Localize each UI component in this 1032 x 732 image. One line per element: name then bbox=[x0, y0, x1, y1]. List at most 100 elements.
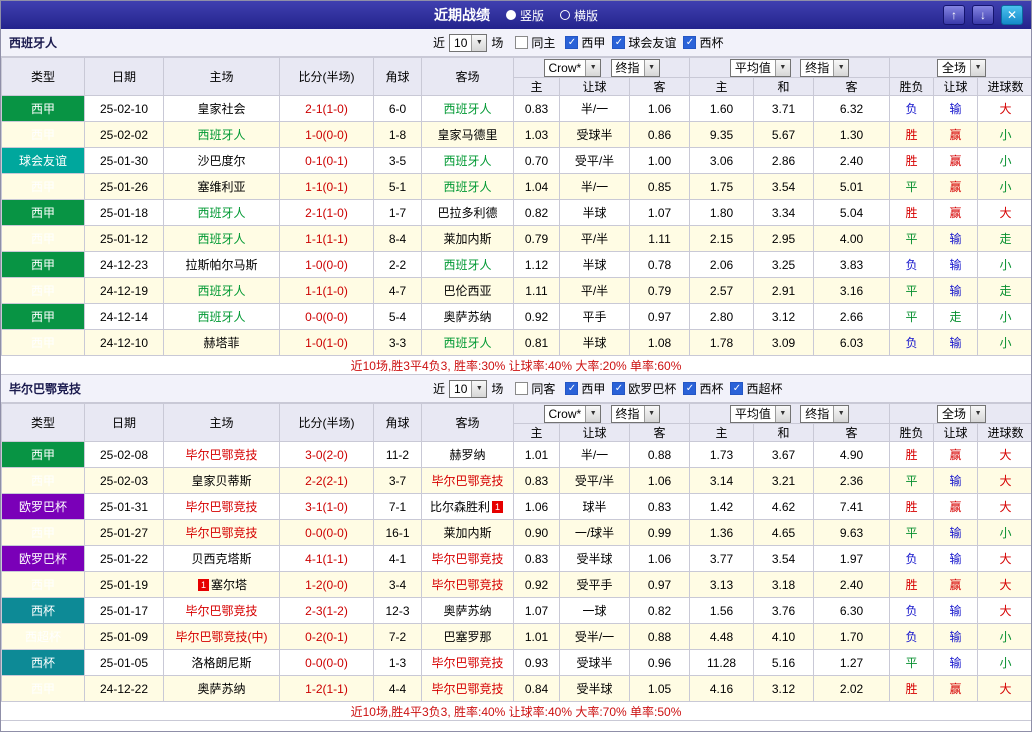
avg-home: 11.28 bbox=[690, 650, 754, 676]
radio-horizontal-label: 横版 bbox=[574, 7, 598, 24]
avg-draw: 3.18 bbox=[754, 572, 814, 598]
avg-home: 1.73 bbox=[690, 442, 754, 468]
match-row: 西超杯25-01-09毕尔巴鄂竞技(中)0-2(0-1)7-2巴塞罗那1.01受… bbox=[2, 624, 1032, 650]
sub-avg-draw: 和 bbox=[754, 424, 814, 442]
match-row: 西甲25-02-08毕尔巴鄂竞技3-0(2-0)11-2赫罗纳1.01半/一0.… bbox=[2, 442, 1032, 468]
avg-draw: 2.95 bbox=[754, 226, 814, 252]
result-handicap: 走 bbox=[934, 304, 978, 330]
result-wdl: 胜 bbox=[890, 148, 934, 174]
avg-away: 4.90 bbox=[814, 442, 890, 468]
result-handicap: 输 bbox=[934, 598, 978, 624]
layout-radio-horizontal[interactable]: 横版 bbox=[560, 7, 598, 24]
scope-select[interactable]: 全场▼ bbox=[937, 59, 986, 77]
match-date: 25-01-17 bbox=[85, 598, 164, 624]
avg-final-select[interactable]: 终指▼ bbox=[800, 59, 849, 77]
filter-bar: 近 10 ▼ 场 同客 ✓西甲✓欧罗巴杯✓西杯✓西超杯 bbox=[429, 375, 789, 402]
odds-final-select[interactable]: 终指▼ bbox=[611, 405, 660, 423]
avg-away: 2.40 bbox=[814, 572, 890, 598]
sub-away-odds: 客 bbox=[630, 424, 690, 442]
odds-away: 1.08 bbox=[630, 330, 690, 356]
avg-select[interactable]: 平均值▼ bbox=[730, 405, 791, 423]
score-halftime: 1-1(1-0) bbox=[280, 278, 374, 304]
result-goals: 小 bbox=[978, 148, 1032, 174]
home-team: 皇家社会 bbox=[164, 96, 280, 122]
odds-away: 0.85 bbox=[630, 174, 690, 200]
recent-count-select[interactable]: 10 ▼ bbox=[449, 380, 487, 398]
chevron-down-icon: ▼ bbox=[585, 406, 600, 422]
checkbox-checked-icon: ✓ bbox=[565, 36, 578, 49]
team-name: 西班牙人 bbox=[197, 232, 245, 246]
sub-result-goals: 进球数 bbox=[978, 78, 1032, 96]
scope-group-header: 全场▼ bbox=[890, 404, 1032, 424]
team-name: 皇家社会 bbox=[197, 102, 245, 116]
league-filter-checkbox[interactable]: ✓西超杯 bbox=[730, 380, 782, 397]
corner-count: 11-2 bbox=[374, 442, 422, 468]
team-name: 皇家贝蒂斯 bbox=[191, 474, 251, 488]
odds-source-select[interactable]: Crow*▼ bbox=[544, 59, 602, 77]
odds-away: 1.00 bbox=[630, 148, 690, 174]
layout-radio-vertical[interactable]: 竖版 bbox=[506, 7, 544, 24]
avg-away: 9.63 bbox=[814, 520, 890, 546]
team-name: 西班牙人 bbox=[443, 336, 491, 350]
league-filter-checkbox[interactable]: ✓西杯 bbox=[683, 380, 723, 397]
score-halftime: 1-1(1-1) bbox=[280, 226, 374, 252]
odds-away: 0.86 bbox=[630, 122, 690, 148]
result-wdl: 平 bbox=[890, 304, 934, 330]
odds-away: 1.06 bbox=[630, 468, 690, 494]
scope-select[interactable]: 全场▼ bbox=[937, 405, 986, 423]
result-handicap: 输 bbox=[934, 650, 978, 676]
result-handicap: 输 bbox=[934, 96, 978, 122]
result-wdl: 负 bbox=[890, 330, 934, 356]
corner-count: 5-1 bbox=[374, 174, 422, 200]
league-type-badge: 西甲 bbox=[2, 252, 85, 278]
result-goals: 大 bbox=[978, 598, 1032, 624]
odds-home: 0.92 bbox=[514, 304, 560, 330]
league-type-badge: 球会友谊 bbox=[2, 148, 85, 174]
team-name: 巴塞罗那 bbox=[443, 630, 491, 644]
result-handicap: 输 bbox=[934, 624, 978, 650]
odds-away: 0.82 bbox=[630, 598, 690, 624]
match-row: 欧罗巴杯25-01-22贝西克塔斯4-1(1-1)4-1毕尔巴鄂竞技0.83受半… bbox=[2, 546, 1032, 572]
score-halftime: 2-1(1-0) bbox=[280, 96, 374, 122]
odds-handicap: 半/一 bbox=[560, 174, 630, 200]
same-venue-checkbox[interactable]: 同客 bbox=[515, 380, 555, 397]
odds-home: 0.83 bbox=[514, 468, 560, 494]
avg-home: 2.80 bbox=[690, 304, 754, 330]
odds-home: 0.84 bbox=[514, 676, 560, 702]
team-name: 西班牙人 bbox=[197, 128, 245, 142]
avg-away: 5.01 bbox=[814, 174, 890, 200]
league-filter-checkbox[interactable]: ✓西甲 bbox=[565, 380, 605, 397]
league-filter-label: 西杯 bbox=[699, 34, 723, 51]
section-header-espanyol: 西班牙人 近 10 ▼ 场 同主 ✓西甲✓球会友谊✓西杯 bbox=[1, 29, 1031, 57]
league-type-badge: 西甲 bbox=[2, 572, 85, 598]
recent-count-select[interactable]: 10 ▼ bbox=[449, 34, 487, 52]
avg-select[interactable]: 平均值▼ bbox=[730, 59, 791, 77]
team-name: 巴伦西亚 bbox=[443, 284, 491, 298]
avg-draw: 3.71 bbox=[754, 96, 814, 122]
odds-handicap: 受半球 bbox=[560, 676, 630, 702]
league-filter-checkbox[interactable]: ✓西杯 bbox=[683, 34, 723, 51]
league-filter-checkbox[interactable]: ✓欧罗巴杯 bbox=[612, 380, 676, 397]
league-filter-label: 球会友谊 bbox=[628, 34, 676, 51]
chevron-down-icon: ▼ bbox=[644, 406, 659, 422]
odds-final-select[interactable]: 终指▼ bbox=[611, 59, 660, 77]
odds-handicap: 平/半 bbox=[560, 226, 630, 252]
odds-source-select[interactable]: Crow*▼ bbox=[544, 405, 602, 423]
col-type: 类型 bbox=[2, 404, 85, 442]
same-venue-checkbox[interactable]: 同主 bbox=[515, 34, 555, 51]
away-team: 西班牙人 bbox=[422, 96, 514, 122]
league-filter-checkbox[interactable]: ✓球会友谊 bbox=[612, 34, 676, 51]
close-button[interactable]: ✕ bbox=[1001, 5, 1023, 25]
col-date: 日期 bbox=[85, 404, 164, 442]
avg-home: 2.57 bbox=[690, 278, 754, 304]
team-name: 西班牙人 bbox=[197, 310, 245, 324]
league-filter-checkbox[interactable]: ✓西甲 bbox=[565, 34, 605, 51]
scroll-up-button[interactable]: ↑ bbox=[943, 5, 965, 25]
scroll-down-button[interactable]: ↓ bbox=[972, 5, 994, 25]
match-date: 25-01-22 bbox=[85, 546, 164, 572]
result-handicap: 赢 bbox=[934, 572, 978, 598]
chevron-down-icon: ▼ bbox=[833, 60, 848, 76]
filter-bar: 近 10 ▼ 场 同主 ✓西甲✓球会友谊✓西杯 bbox=[429, 29, 730, 56]
home-team: 毕尔巴鄂竞技 bbox=[164, 494, 280, 520]
avg-final-select[interactable]: 终指▼ bbox=[800, 405, 849, 423]
